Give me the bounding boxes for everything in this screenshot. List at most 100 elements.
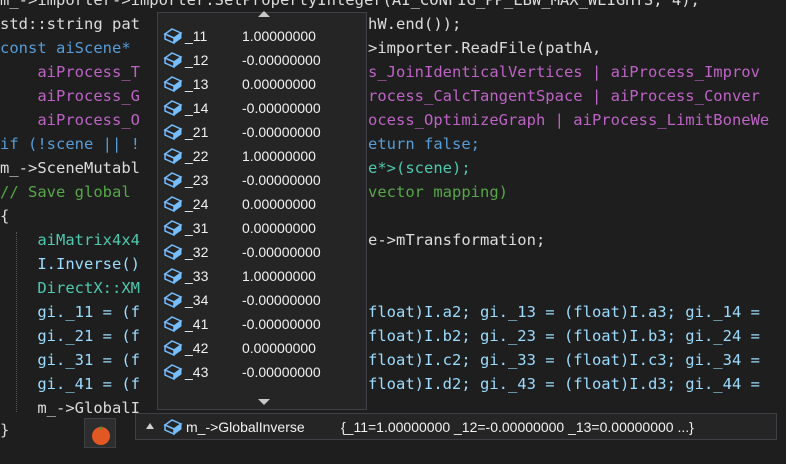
code-line-18-left: m_->GlobalI (0, 399, 140, 417)
scroll-up-arrow-icon[interactable] (258, 11, 270, 17)
field-value[interactable]: 0.00000000 (242, 336, 316, 360)
field-value[interactable]: -0.00000000 (242, 360, 321, 384)
code-line-5: aiProcess_G (0, 84, 140, 108)
code-line-13-left: DirectX::XM (0, 279, 140, 297)
code-line-6: aiProcess_O (0, 108, 140, 132)
field-name: _22 (185, 148, 209, 164)
cube-field-icon (163, 316, 183, 333)
field-value[interactable]: 1.00000000 (242, 24, 316, 48)
datatip-expanded-popup[interactable]: _11 1.00000000 _12 -0.00000000 _13 0.00000000… (157, 11, 367, 410)
code-line-14-left: gi._11 = (f (0, 303, 140, 321)
code-line-11-left: aiMatrix4x4 (0, 231, 140, 249)
code-line-4-right: s_JoinIdenticalVertices | aiProcess_Impr… (368, 63, 760, 81)
field-name: _33 (185, 268, 209, 284)
code-line-8-right: e*>(scene); (368, 159, 471, 177)
code-line-2-right: hW.end()); (368, 15, 462, 33)
field-row[interactable]: _13 0.00000000 (158, 72, 366, 96)
field-name: _23 (185, 172, 209, 188)
code-line-8-left: m_->SceneMutabl (0, 159, 140, 177)
field-name: _43 (185, 364, 209, 380)
code-editor[interactable]: m_->importer->importer.SetPropertyIntege… (0, 0, 786, 464)
code-line-7-left: if (!scene || ! (0, 135, 140, 153)
cube-field-icon (163, 100, 183, 117)
datatip-expression[interactable]: m_->GlobalInverse (186, 414, 305, 440)
cube-field-icon (163, 148, 183, 165)
code-line-16-right: float)I.c2; gi._33 = (float)I.c3; gi._34… (368, 351, 760, 369)
code-line-3-left: const aiScene* (0, 39, 131, 57)
code-line-15: gi._21 = (f (0, 324, 140, 348)
datatip-value[interactable]: {_11=1.00000000 _12=-0.00000000 _13=0.00… (341, 414, 694, 440)
code-line-4-left: aiProcess_T (0, 63, 140, 81)
tomato-icon (92, 425, 110, 445)
cube-field-icon (163, 364, 183, 381)
code-line-6-right: ocess_OptimizeGraph | aiProcess_LimitBon… (368, 111, 770, 129)
expand-arrow-icon[interactable] (146, 423, 154, 429)
code-line-9: // Save global (0, 180, 131, 204)
code-line-16-left: gi._31 = (f (0, 351, 140, 369)
cube-field-icon (163, 292, 183, 309)
field-row[interactable]: _42 0.00000000 (158, 336, 366, 360)
field-name: _12 (185, 52, 209, 68)
field-row[interactable]: _14 -0.00000000 (158, 96, 366, 120)
code-line-3: const aiScene* (0, 36, 131, 60)
field-value[interactable]: -0.00000000 (242, 240, 321, 264)
field-value[interactable]: -0.00000000 (242, 96, 321, 120)
code-line-16: gi._31 = (f (0, 348, 140, 372)
cube-field-icon (163, 28, 183, 45)
field-name: _11 (185, 28, 208, 44)
cube-field-icon (163, 172, 183, 189)
field-row[interactable]: _34 -0.00000000 (158, 288, 366, 312)
code-line-2: std::string pat (0, 12, 140, 36)
field-row[interactable]: _12 -0.00000000 (158, 48, 366, 72)
field-row[interactable]: _23 -0.00000000 (158, 168, 366, 192)
code-line-4: aiProcess_T (0, 60, 140, 84)
field-row[interactable]: _33 1.00000000 (158, 264, 366, 288)
field-row[interactable]: _43 -0.00000000 (158, 360, 366, 384)
cube-field-icon (163, 220, 183, 237)
field-row[interactable]: _21 -0.00000000 (158, 120, 366, 144)
cube-field-icon (163, 52, 183, 69)
cube-field-icon (163, 76, 183, 93)
field-row[interactable]: _11 1.00000000 (158, 24, 366, 48)
code-line-1: m_->importer->importer.SetPropertyIntege… (0, 0, 700, 12)
field-name: _24 (185, 196, 209, 212)
field-value[interactable]: 0.00000000 (242, 72, 316, 96)
code-line-14: gi._11 = (f (0, 300, 140, 324)
field-value[interactable]: -0.00000000 (242, 288, 321, 312)
code-line-17-left: gi._41 = (f (0, 375, 140, 393)
cube-field-icon (163, 268, 183, 285)
code-line-9-right: vector mapping) (368, 183, 508, 201)
field-row[interactable]: _24 0.00000000 (158, 192, 366, 216)
datatip-bar[interactable]: m_->GlobalInverse {_11=1.00000000 _12=-0… (135, 413, 777, 440)
cube-field-icon (163, 419, 183, 436)
field-value[interactable]: 0.00000000 (242, 192, 316, 216)
code-line-6-left: aiProcess_O (0, 111, 140, 129)
field-row[interactable]: _31 0.00000000 (158, 216, 366, 240)
field-value[interactable]: -0.00000000 (242, 120, 321, 144)
code-line-15-left: gi._21 = (f (0, 327, 140, 345)
field-value[interactable]: -0.00000000 (242, 168, 321, 192)
field-row[interactable]: _41 -0.00000000 (158, 312, 366, 336)
code-line-12: I.Inverse() (0, 252, 140, 276)
field-value[interactable]: 0.00000000 (242, 216, 316, 240)
code-line-2-left: std::string pat (0, 15, 140, 33)
code-line-8: m_->SceneMutabl (0, 156, 140, 180)
field-value[interactable]: 1.00000000 (242, 264, 316, 288)
field-value[interactable]: -0.00000000 (242, 312, 321, 336)
cube-field-icon (163, 340, 183, 357)
field-name: _41 (185, 316, 209, 332)
code-line-11: aiMatrix4x4 (0, 228, 140, 252)
scroll-down-arrow-icon[interactable] (258, 399, 270, 405)
visual-assist-button[interactable] (84, 418, 116, 448)
field-name: _14 (185, 100, 209, 116)
field-value[interactable]: 1.00000000 (242, 144, 316, 168)
code-line-17: gi._41 = (f (0, 372, 140, 396)
code-line-17-right: float)I.d2; gi._43 = (float)I.d3; gi._44… (368, 375, 760, 393)
field-name: _34 (185, 292, 209, 308)
code-line-9-left: // Save global (0, 183, 131, 201)
code-line-19: } (0, 421, 10, 439)
field-row[interactable]: _22 1.00000000 (158, 144, 366, 168)
field-value[interactable]: -0.00000000 (242, 48, 321, 72)
field-row[interactable]: _32 -0.00000000 (158, 240, 366, 264)
field-name: _31 (185, 220, 209, 236)
